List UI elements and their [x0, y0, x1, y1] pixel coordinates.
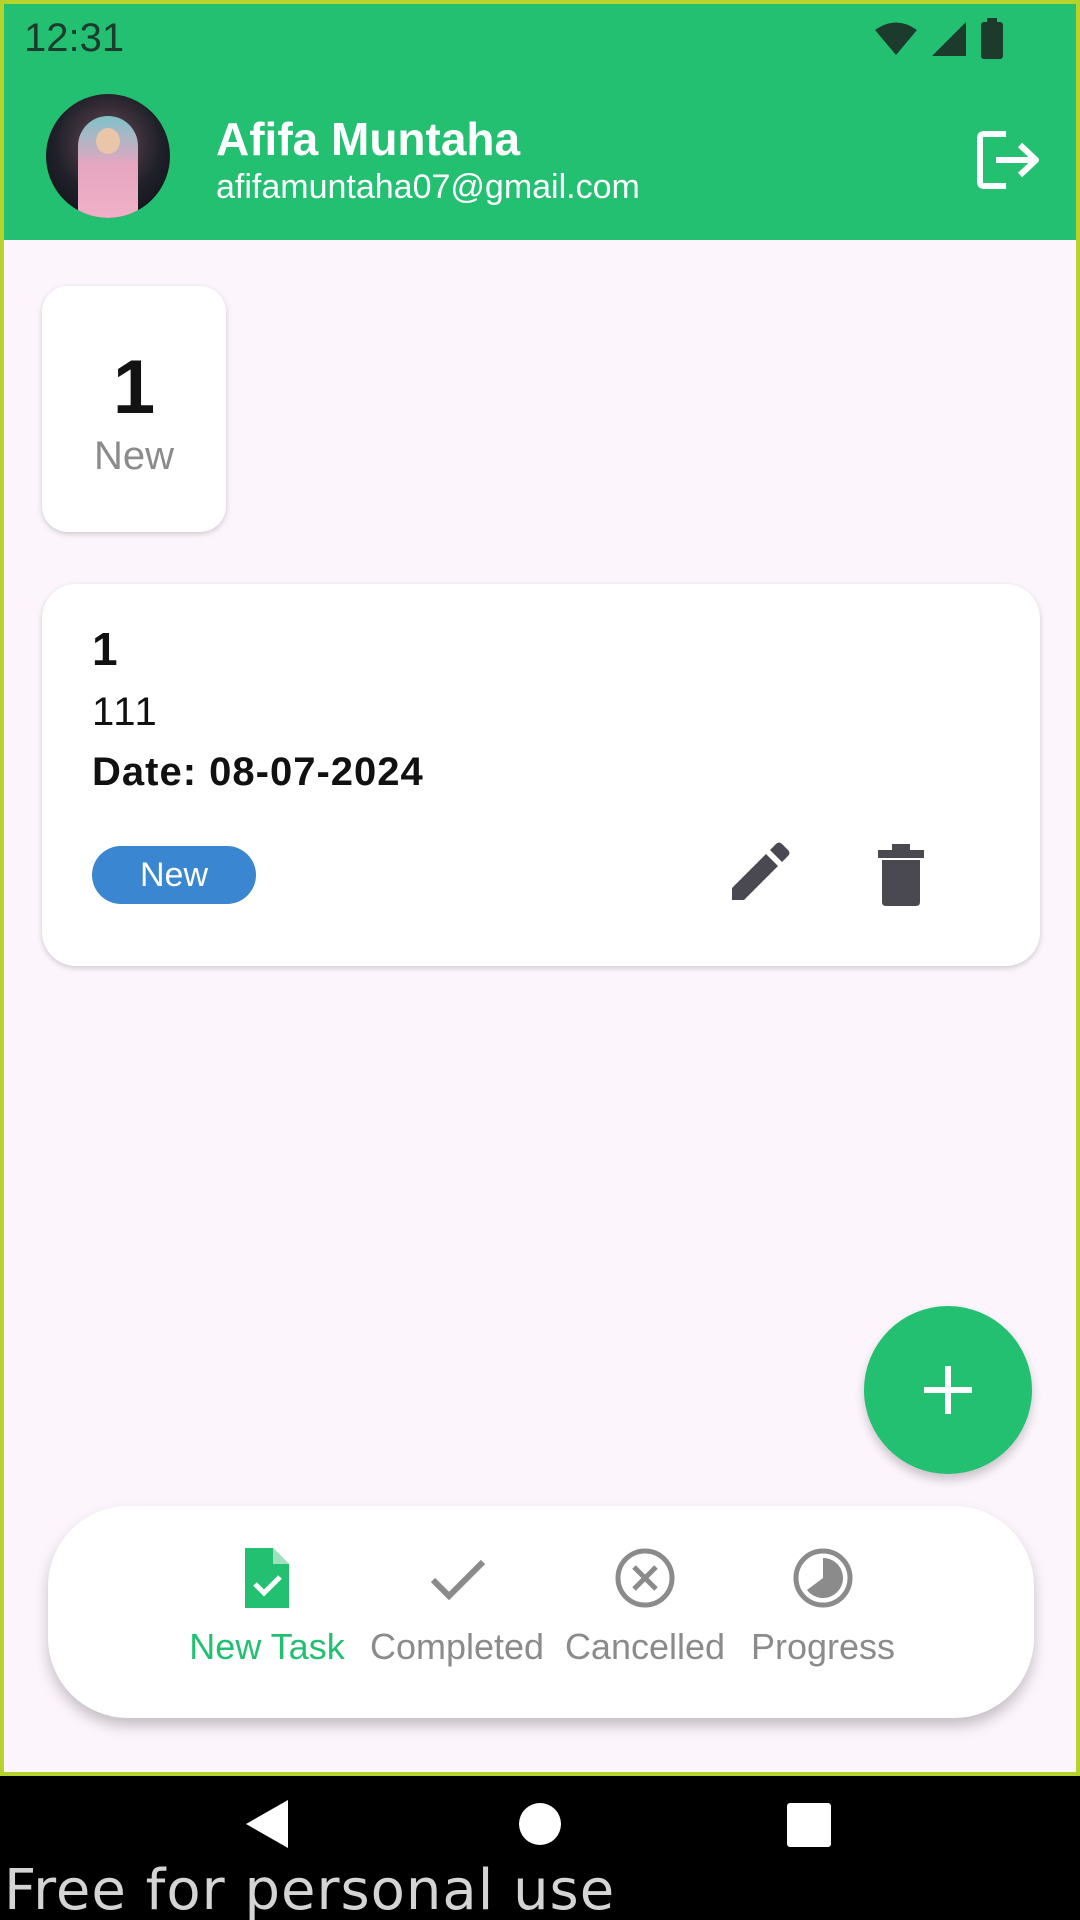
nav-progress[interactable]: Progress: [728, 1546, 918, 1686]
add-task-button[interactable]: [864, 1306, 1032, 1474]
status-icons: [874, 18, 1004, 60]
profile-app-bar: 12:31 Afifa Muntaha afifamuntaha07@gmail…: [4, 4, 1076, 240]
cancel-circle-icon: [615, 1548, 675, 1608]
bottom-navigation: New Task Completed Cancelled Progress: [48, 1506, 1034, 1718]
nav-cancelled[interactable]: Cancelled: [550, 1546, 740, 1686]
task-card[interactable]: 1 111 Date: 08-07-2024 New: [42, 584, 1040, 966]
edit-icon[interactable]: [722, 840, 792, 910]
nav-label-completed: Completed: [369, 1626, 545, 1667]
app-screen: 12:31 Afifa Muntaha afifamuntaha07@gmail…: [4, 4, 1076, 1772]
nav-completed[interactable]: Completed: [362, 1546, 552, 1686]
back-icon[interactable]: [244, 1798, 290, 1850]
task-description: 111: [92, 690, 159, 734]
task-date: Date: 08-07-2024: [92, 750, 424, 794]
plus-icon: [924, 1366, 972, 1414]
nav-label-cancelled: Cancelled: [564, 1626, 726, 1667]
user-email[interactable]: afifamuntaha07@gmail.com: [216, 168, 640, 207]
status-badge[interactable]: New: [92, 846, 256, 904]
avatar[interactable]: [46, 94, 170, 218]
new-count-card[interactable]: 1 New: [42, 286, 226, 532]
task-title: 1: [92, 623, 118, 675]
progress-pie-icon: [793, 1548, 853, 1608]
recents-icon[interactable]: [786, 1802, 832, 1848]
user-name[interactable]: Afifa Muntaha: [216, 112, 520, 166]
home-icon[interactable]: [518, 1802, 562, 1846]
nav-label-new-task: New Task: [189, 1626, 345, 1667]
new-count-label: New: [93, 434, 175, 478]
watermark-text: Free for personal use: [4, 1858, 616, 1920]
trash-icon[interactable]: [866, 840, 936, 910]
task-file-check-icon: [245, 1548, 289, 1608]
signal-icon: [932, 22, 966, 56]
wifi-icon: [875, 22, 917, 55]
new-count-value: 1: [112, 345, 156, 430]
checkmark-icon: [430, 1559, 486, 1601]
nav-label-progress: Progress: [750, 1626, 896, 1667]
battery-icon: [981, 18, 1003, 59]
status-time: 12:31: [24, 16, 125, 60]
logout-icon[interactable]: [976, 130, 1042, 190]
nav-new-task[interactable]: New Task: [172, 1546, 362, 1686]
